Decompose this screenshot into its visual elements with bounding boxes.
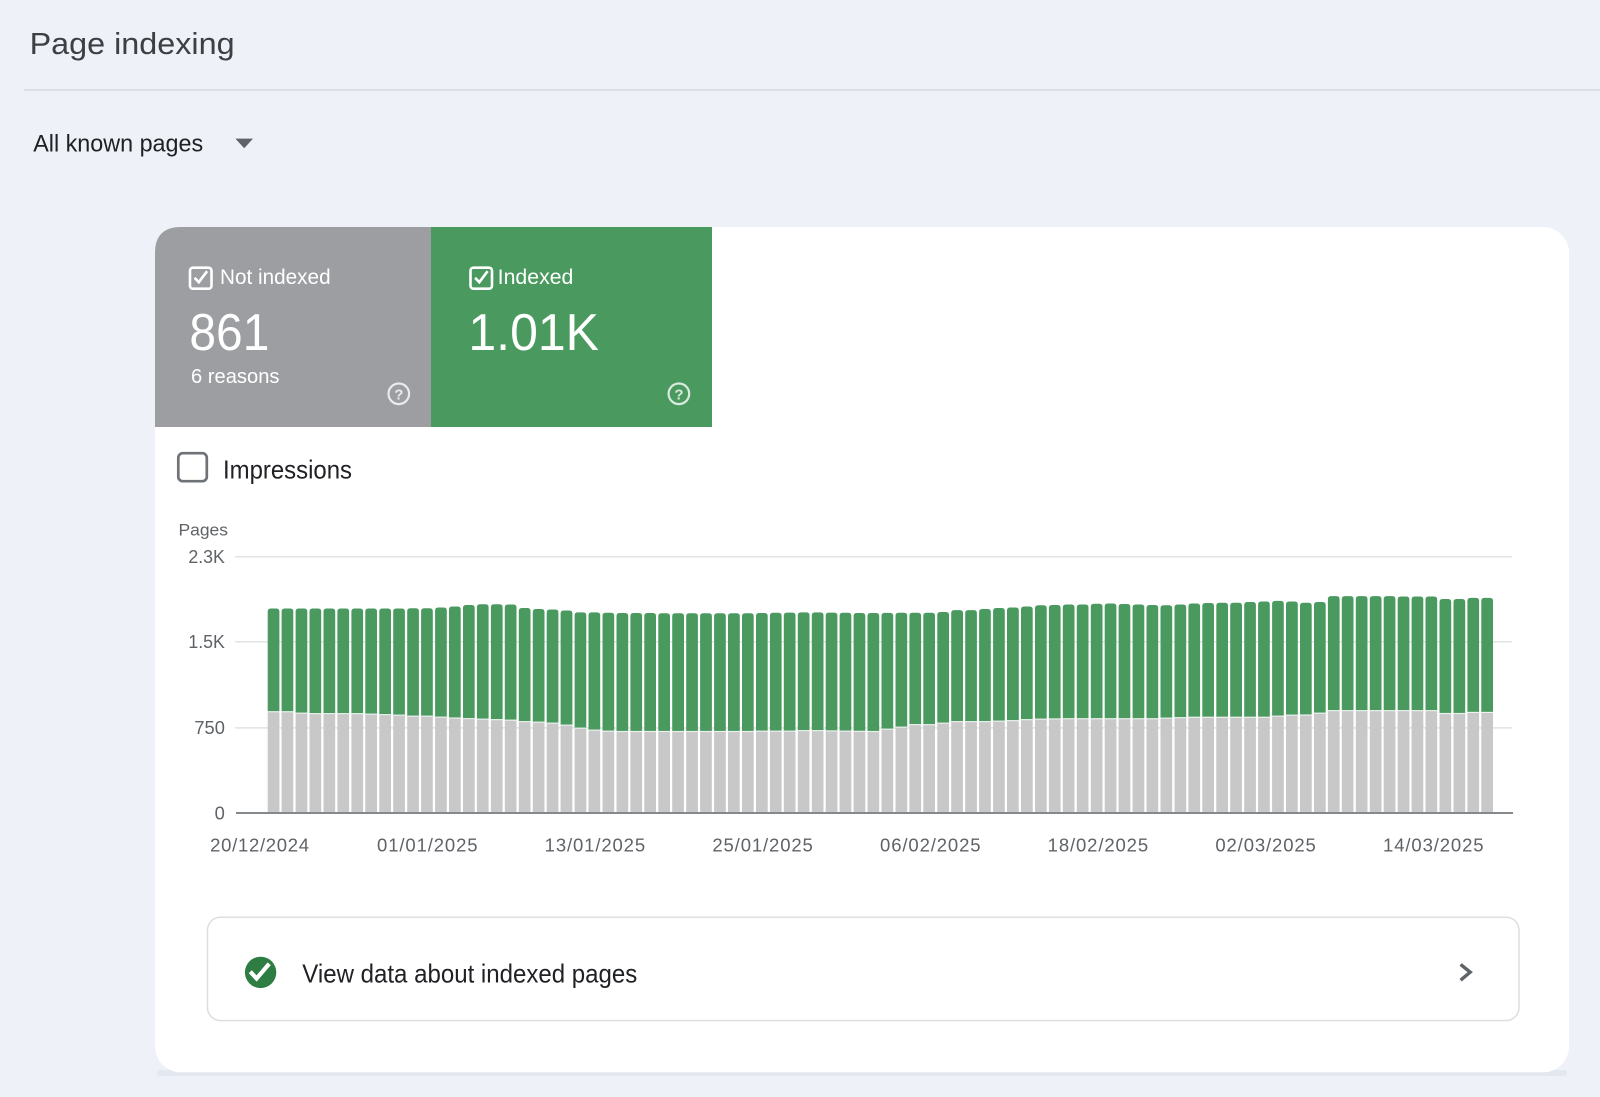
svg-text:2.3K: 2.3K [188,547,225,567]
svg-text:View data about indexed pages: View data about indexed pages [302,958,637,988]
svg-text:All known pages: All known pages [33,131,203,158]
svg-text:1.5K: 1.5K [188,632,225,652]
svg-text:1.01K: 1.01K [468,304,599,362]
svg-text:6 reasons: 6 reasons [191,366,280,388]
svg-text:Not indexed: Not indexed [220,266,331,289]
svg-text:25/01/2025: 25/01/2025 [712,835,813,856]
svg-text:13/01/2025: 13/01/2025 [545,835,646,856]
svg-text:Impressions: Impressions [223,454,352,484]
svg-text:01/01/2025: 01/01/2025 [377,835,478,856]
svg-text:Pages: Pages [179,521,229,540]
svg-text:18/02/2025: 18/02/2025 [1048,835,1149,856]
svg-text:Page indexing: Page indexing [30,26,235,61]
svg-text:?: ? [394,387,403,404]
svg-text:14/03/2025: 14/03/2025 [1383,835,1484,856]
svg-text:02/03/2025: 02/03/2025 [1215,835,1316,856]
svg-text:?: ? [674,387,683,404]
svg-text:20/12/2024: 20/12/2024 [210,835,309,856]
svg-text:06/02/2025: 06/02/2025 [880,835,981,856]
svg-text:861: 861 [189,304,269,362]
svg-text:Indexed: Indexed [498,266,574,289]
svg-text:750: 750 [194,718,225,738]
svg-text:0: 0 [215,803,225,823]
